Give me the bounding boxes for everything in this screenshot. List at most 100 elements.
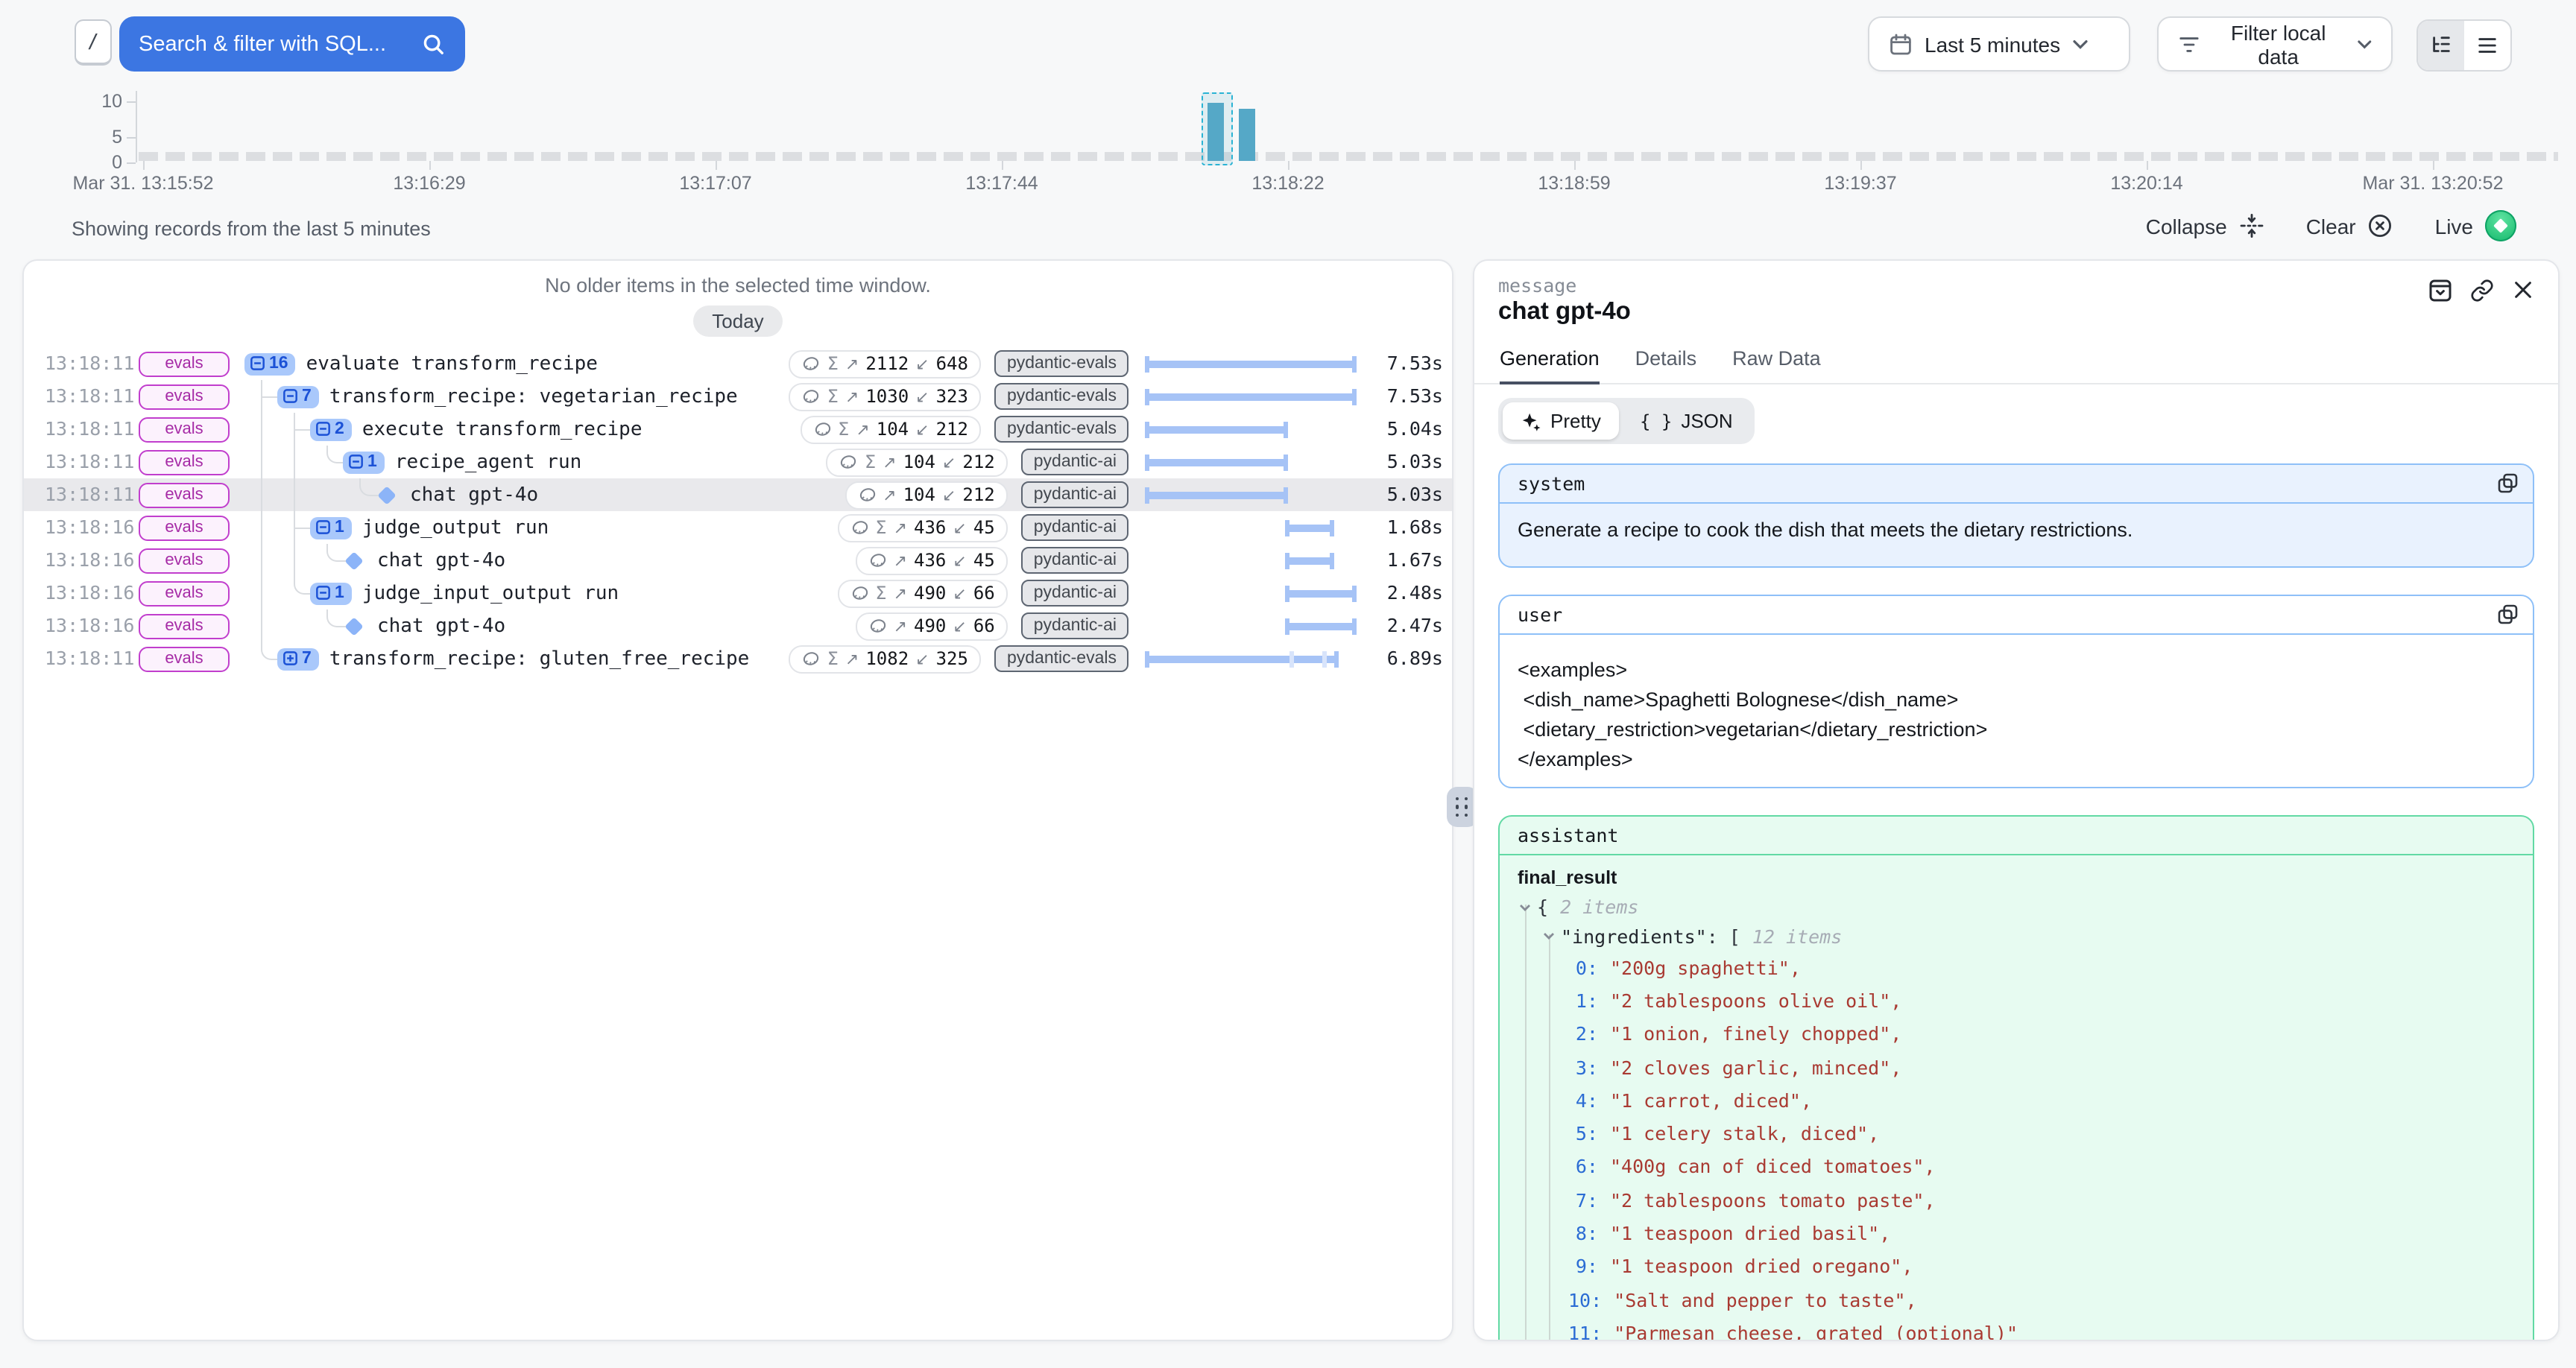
input-tokens-value: 1030 [865, 386, 909, 407]
json-toggle-button[interactable]: { } JSON [1622, 402, 1751, 440]
tree-guide-line [294, 478, 295, 511]
span-toggle-badge[interactable]: 1 [343, 451, 385, 473]
gantt-end-cap [1351, 585, 1356, 601]
tab-raw-data[interactable]: Raw Data [1732, 347, 1821, 383]
sigma-total-icon: Σ [875, 517, 886, 538]
trace-row-timestamp: 13:18:16 [45, 609, 134, 642]
json-key-line[interactable]: "ingredients": [12 items [1518, 921, 2515, 951]
evals-tag-badge[interactable]: evals [139, 417, 230, 442]
live-toggle[interactable]: Live [2435, 210, 2516, 241]
badge-count: 16 [269, 355, 288, 373]
trace-row-timestamp: 13:18:11 [45, 642, 134, 675]
trace-row-node[interactable]: chat gpt-4o [343, 609, 505, 642]
search-button[interactable]: Search & filter with SQL... [119, 16, 465, 72]
token-coin-icon [850, 584, 868, 602]
tab-generation[interactable]: Generation [1500, 347, 1600, 383]
live-indicator-icon [2485, 210, 2516, 241]
chevron-down-icon[interactable] [1518, 899, 1532, 914]
trace-row[interactable]: 13:18:16evalschat gpt-4o↗436↙45pydantic-… [24, 544, 1452, 577]
tree-view-toggle[interactable] [2418, 21, 2464, 70]
trace-row[interactable]: 13:18:11evals16evaluate transform_recipe… [24, 347, 1452, 380]
span-toggle-badge[interactable]: 1 [310, 516, 352, 539]
trace-row[interactable]: 13:18:11evalschat gpt-4o↗104↙212pydantic… [24, 478, 1452, 511]
tree-guide-line [261, 446, 262, 478]
json-root-line[interactable]: {2 items [1518, 893, 2515, 921]
trace-row-node[interactable]: 1recipe_agent run [343, 446, 581, 478]
token-usage-pill: ↗104↙212 [845, 481, 1008, 509]
chevron-down-icon[interactable] [1541, 928, 1556, 943]
today-chip: Today [692, 305, 783, 337]
trace-row-node[interactable]: 1judge_input_output run [310, 577, 619, 609]
trace-row-node[interactable]: chat gpt-4o [376, 478, 538, 511]
sigma-total-icon: Σ [827, 353, 839, 374]
trace-row-node[interactable]: 7transform_recipe: gluten_free_recipe [277, 642, 749, 675]
trace-row[interactable]: 13:18:16evals1judge_input_output runΣ↗49… [24, 577, 1452, 609]
x-axis-label: Mar 31. 13:20:52 [2296, 173, 2570, 194]
gantt-start-cap [1285, 618, 1289, 634]
collapse-button[interactable]: Collapse [2146, 213, 2264, 238]
x-axis-tick [1002, 161, 1003, 170]
input-tokens-icon: ↗ [894, 551, 907, 570]
close-icon[interactable] [2512, 279, 2534, 301]
link-icon[interactable] [2470, 279, 2494, 303]
gantt-end-cap [1283, 487, 1287, 503]
array-index: 8: [1568, 1222, 1598, 1244]
input-tokens-icon: ↗ [845, 387, 859, 406]
trace-row-node[interactable]: 2execute transform_recipe [310, 413, 643, 446]
span-toggle-badge[interactable]: 16 [244, 352, 296, 375]
sigma-total-icon: Σ [827, 648, 839, 669]
tab-details[interactable]: Details [1635, 347, 1697, 383]
trace-row-node[interactable]: 7transform_recipe: vegetarian_recipe [277, 380, 738, 413]
evals-tag-badge[interactable]: evals [139, 613, 230, 639]
evals-tag-badge[interactable]: evals [139, 548, 230, 573]
x-axis-tick [2433, 161, 2434, 170]
x-axis-label: 13:18:22 [1151, 173, 1425, 194]
evals-tag-badge[interactable]: evals [139, 580, 230, 606]
panel-resize-divider[interactable] [1450, 259, 1473, 1338]
trace-row-meta: Σ↗2112↙648pydantic-evals [789, 351, 1128, 376]
user-message-card: user <examples> <dish_name>Spaghetti Bol… [1498, 595, 2534, 788]
copy-icon[interactable] [2497, 472, 2519, 495]
trace-row-node[interactable]: 1 judge_output run [310, 511, 549, 544]
trace-row[interactable]: 13:18:11evals 7transform_recipe: gluten_f… [24, 642, 1452, 675]
timeline-chart[interactable]: Mar 31. 13:15:5213:16:2913:17:0713:17:44… [0, 82, 2576, 201]
span-toggle-badge[interactable]: 7 [277, 647, 319, 670]
span-name: judge_output run [362, 516, 549, 539]
span-toggle-badge[interactable]: 1 [310, 582, 352, 604]
filter-local-data-button[interactable]: Filter local data [2157, 16, 2393, 72]
trace-row[interactable]: 13:18:11evals7transform_recipe: vegetari… [24, 380, 1452, 413]
trace-row[interactable]: 13:18:11evals1recipe_agent runΣ↗104↙212p… [24, 446, 1452, 478]
evals-tag-badge[interactable]: evals [139, 384, 230, 409]
badge-count: 1 [335, 584, 344, 602]
trace-row-node[interactable]: 16evaluate transform_recipe [244, 347, 598, 380]
y-axis-line [136, 91, 137, 162]
pretty-toggle-button[interactable]: Pretty [1503, 402, 1619, 440]
array-index: 0: [1568, 956, 1598, 978]
histogram-bar[interactable] [1239, 109, 1255, 161]
evals-tag-badge[interactable]: evals [139, 515, 230, 540]
evals-tag-badge[interactable]: evals [139, 482, 230, 507]
token-coin-icon [858, 486, 876, 504]
evals-tag-badge[interactable]: evals [139, 351, 230, 376]
dock-panel-icon[interactable] [2428, 279, 2452, 303]
baseline-dashes [139, 152, 2558, 161]
evals-tag-badge[interactable]: evals [139, 646, 230, 671]
tree-guide-line [261, 609, 262, 642]
trace-row-node[interactable]: chat gpt-4o [343, 544, 505, 577]
time-range-button[interactable]: Last 5 minutes [1868, 16, 2130, 72]
x-axis-tick [143, 161, 145, 170]
trace-row[interactable]: 13:18:11evals2execute transform_recipeΣ↗… [24, 413, 1452, 446]
trace-row[interactable]: 13:18:16evalschat gpt-4o↗490↙66pydantic-… [24, 609, 1452, 642]
span-gantt-track [1146, 380, 1355, 413]
copy-icon[interactable] [2497, 604, 2519, 626]
trace-row[interactable]: 13:18:16evals1judge_output runΣ↗436↙45py… [24, 511, 1452, 544]
calendar-icon [1889, 32, 1913, 56]
span-toggle-badge[interactable]: 7 [277, 385, 319, 408]
filter-icon [2178, 32, 2200, 56]
span-toggle-badge[interactable]: 2 [310, 418, 352, 440]
array-value: "1 teaspoon dried basil", [1610, 1222, 1890, 1244]
evals-tag-badge[interactable]: evals [139, 449, 230, 475]
list-view-toggle[interactable] [2464, 21, 2510, 70]
empty-window-notice: No older items in the selected time wind… [24, 274, 1452, 297]
clear-button[interactable]: Clear [2306, 213, 2393, 238]
